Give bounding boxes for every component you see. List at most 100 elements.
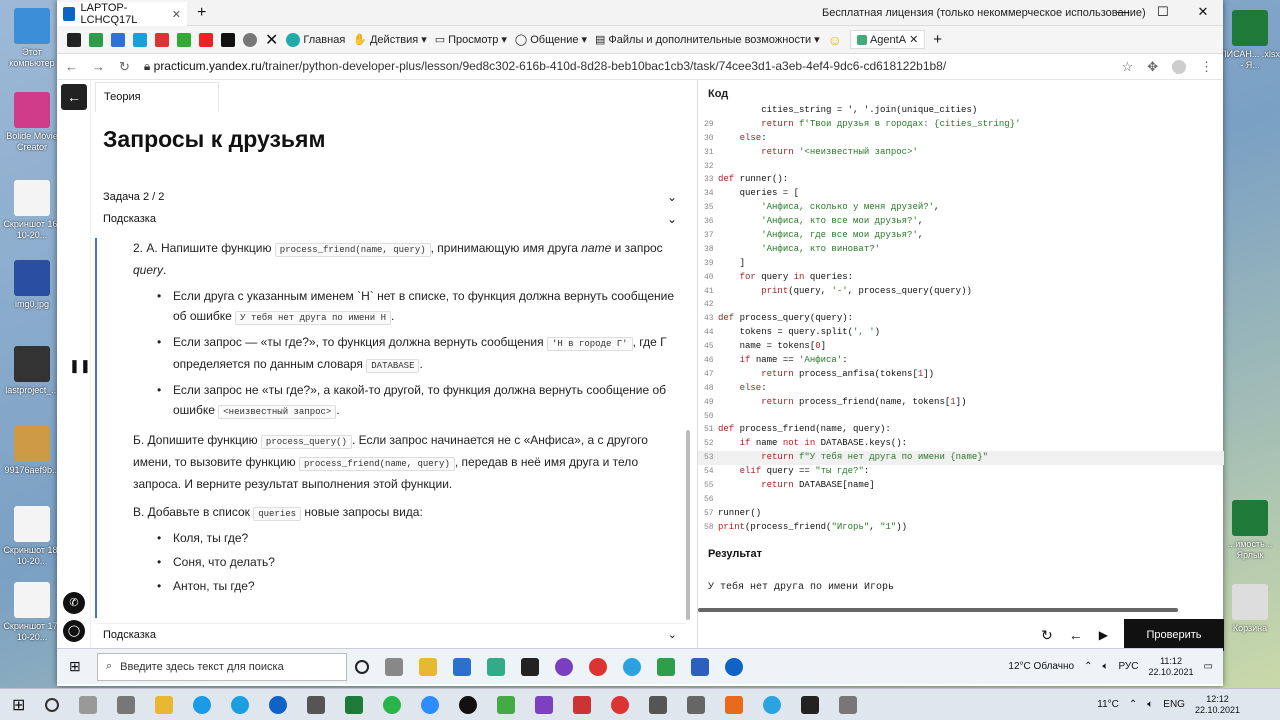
- search-icon[interactable]: [177, 32, 191, 47]
- edge-icon[interactable]: [193, 695, 212, 714]
- github-icon[interactable]: [459, 695, 478, 714]
- new-tab-button[interactable]: +: [197, 4, 206, 22]
- undo-arrow-icon[interactable]: ←: [1069, 627, 1083, 643]
- home-button[interactable]: Главная: [286, 32, 345, 47]
- obs-icon[interactable]: [801, 695, 820, 714]
- app-icon[interactable]: [687, 695, 706, 714]
- notion-icon[interactable]: [221, 32, 235, 47]
- teamviewer-icon[interactable]: [269, 695, 288, 714]
- scrollbar[interactable]: [686, 430, 690, 620]
- windows-start-icon[interactable]: ⊞: [12, 695, 25, 715]
- desktop-icon-xlsx[interactable]: ПИСАН... .xlsx - Я...: [1220, 10, 1280, 71]
- app-icon[interactable]: [535, 695, 554, 714]
- communicate-menu[interactable]: ◯ Общение ▾: [515, 33, 587, 47]
- pdf-icon[interactable]: [573, 695, 592, 714]
- skype-icon[interactable]: [231, 695, 250, 714]
- settings-icon[interactable]: [649, 695, 668, 714]
- tab-theory[interactable]: Теория: [95, 82, 219, 112]
- close-icon[interactable]: ✕: [909, 33, 918, 46]
- search-icon[interactable]: [45, 697, 60, 712]
- slides-icon[interactable]: [133, 32, 147, 47]
- cortana-icon[interactable]: [355, 659, 369, 674]
- reset-icon[interactable]: ↻: [1041, 627, 1053, 644]
- chevron-up-icon[interactable]: ⌃: [1084, 661, 1092, 672]
- speaker-icon[interactable]: 🔈︎: [1147, 699, 1153, 710]
- lang-indicator[interactable]: РУС: [1118, 661, 1138, 672]
- pycharm-icon[interactable]: [657, 657, 675, 676]
- lang-indicator[interactable]: ENG: [1163, 699, 1185, 710]
- flag-icon[interactable]: [155, 32, 169, 47]
- clock[interactable]: 11:12 22.10.2021: [1149, 656, 1194, 678]
- task-view-icon[interactable]: [385, 657, 403, 676]
- desktop-icon-screenshot2[interactable]: Скриншот 18-10-20...: [2, 506, 62, 567]
- desktop-icon-screenshot1[interactable]: Скриншот 16-10-20...: [2, 180, 62, 241]
- app-icon[interactable]: [67, 32, 81, 47]
- minimize-button[interactable]: —: [1103, 4, 1143, 20]
- horizontal-scrollbar[interactable]: [698, 608, 1178, 612]
- menu-icon[interactable]: ⋮: [1200, 59, 1213, 75]
- notepad-icon[interactable]: [497, 695, 516, 714]
- mail-icon[interactable]: [453, 657, 471, 676]
- docs-icon[interactable]: [111, 32, 125, 47]
- speaker-icon[interactable]: 🔈︎: [1102, 661, 1108, 672]
- check-button[interactable]: Проверить: [1124, 619, 1224, 651]
- teamviewer-icon[interactable]: [725, 657, 743, 676]
- telegram-icon[interactable]: [763, 695, 782, 714]
- app-icon[interactable]: [839, 695, 858, 714]
- chrome-icon[interactable]: [611, 695, 630, 714]
- hint-section-header[interactable]: Подсказка ⌄: [95, 208, 685, 230]
- whatsapp-icon[interactable]: [383, 695, 402, 714]
- sheets-icon[interactable]: [89, 32, 103, 47]
- close-session-icon[interactable]: ✕: [265, 30, 278, 50]
- reload-icon[interactable]: ↻: [119, 59, 130, 75]
- search-input[interactable]: ⌕ Введите здесь текст для поиска: [97, 652, 347, 681]
- session-tab[interactable]: LAPTOP-LCHCQ17L ✕: [57, 2, 187, 26]
- windows-start-icon[interactable]: ⊞: [69, 658, 81, 675]
- emoji-icon[interactable]: ☺: [828, 32, 842, 48]
- word-icon[interactable]: [691, 657, 709, 676]
- cortana-icon[interactable]: [79, 695, 98, 714]
- terminal-icon[interactable]: [521, 657, 539, 676]
- close-icon[interactable]: ✕: [172, 8, 181, 21]
- desktop-icon-99176[interactable]: 99176aef9b...: [2, 426, 62, 476]
- app-icon[interactable]: [487, 657, 505, 676]
- chevron-up-icon[interactable]: ⌃: [1129, 699, 1137, 710]
- close-button[interactable]: ✕: [1183, 4, 1223, 20]
- url-field[interactable]: 🔒︎ practicum.yandex.ru/trainer/python-de…: [144, 59, 946, 74]
- code-editor[interactable]: cities_string = ', '.join(unique_cities)…: [698, 104, 1224, 534]
- task-section-header[interactable]: Задача 2 / 2 ⌄: [95, 186, 685, 208]
- excel-icon[interactable]: [345, 695, 364, 714]
- notification-icon[interactable]: ▭: [1204, 661, 1213, 672]
- youtube-icon[interactable]: [199, 32, 213, 47]
- desktop-icon-recycle[interactable]: Корзина: [1220, 584, 1280, 634]
- weather-text[interactable]: 12°C Облачно: [1008, 661, 1074, 672]
- files-menu[interactable]: ▤ Файлы и дополнительные возможности ▾: [595, 33, 820, 47]
- desktop-icon-computer[interactable]: Этот компьютер: [2, 8, 62, 69]
- task-view-icon[interactable]: [117, 695, 136, 714]
- desktop-icon-screenshot3[interactable]: Скриншот 17-10-20...: [2, 582, 62, 643]
- telegram-icon[interactable]: [623, 657, 641, 676]
- new-tab-button[interactable]: +: [933, 31, 942, 48]
- star-icon[interactable]: ☆: [1121, 59, 1133, 75]
- folder-icon[interactable]: [419, 657, 437, 676]
- run-play-icon[interactable]: ▶: [1099, 628, 1108, 642]
- maximize-button[interactable]: ☐: [1143, 4, 1183, 20]
- pause-icon[interactable]: ❚❚: [69, 358, 91, 374]
- desktop-icon-shortcut[interactable]: ...имость... Ярлык: [1220, 500, 1280, 561]
- avatar[interactable]: [1172, 59, 1186, 74]
- back-arrow-icon[interactable]: ←: [65, 59, 78, 74]
- chrome-icon[interactable]: [589, 657, 607, 676]
- clock[interactable]: 12:12 22.10.2021: [1195, 694, 1240, 716]
- phone-icon[interactable]: ✆: [63, 592, 85, 614]
- forward-arrow-icon[interactable]: →: [92, 59, 105, 74]
- zoom-icon[interactable]: [421, 695, 440, 714]
- globe-icon[interactable]: [243, 32, 257, 47]
- viber-icon[interactable]: [555, 657, 573, 676]
- browser-tab-agent[interactable]: AgentA ✕: [849, 30, 926, 49]
- calculator-icon[interactable]: [307, 695, 326, 714]
- desktop-icon-bolide[interactable]: Bolide Movie Creator: [2, 92, 62, 153]
- desktop-icon-lastproject[interactable]: lastproject_...: [2, 346, 62, 396]
- view-menu[interactable]: ▭ Просмотр ▾: [435, 33, 507, 47]
- folder-icon[interactable]: [155, 695, 174, 714]
- app-icon[interactable]: [725, 695, 744, 714]
